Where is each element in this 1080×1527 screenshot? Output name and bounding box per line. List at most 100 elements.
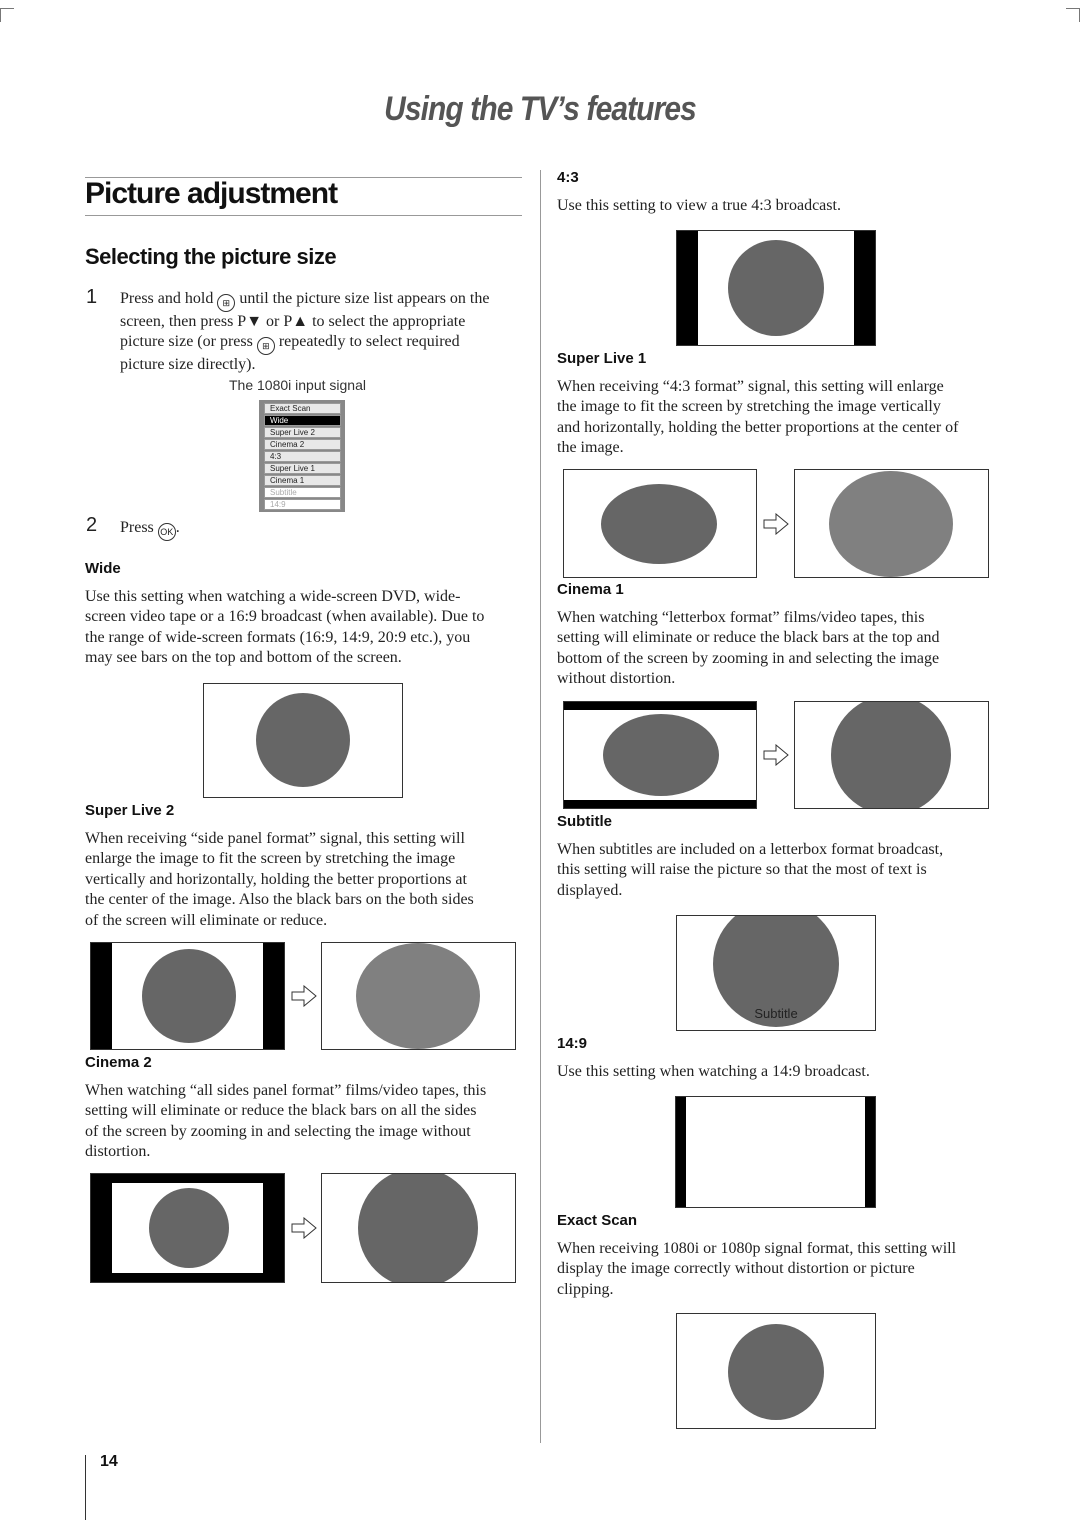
exactscan-description: When receiving 1080i or 1080p signal for… [557, 1239, 956, 1300]
menu-item[interactable]: Cinema 1 [264, 475, 341, 486]
text-line: the image. [557, 439, 624, 457]
r149-heading: 14:9 [557, 1035, 588, 1052]
superlive1-before [563, 469, 757, 578]
subtitle-description: When subtitles are included on a letterb… [557, 840, 943, 901]
menu-caption: The 1080i input signal [229, 377, 366, 393]
picture-image [142, 949, 236, 1043]
superlive2-heading: Super Live 2 [85, 802, 175, 819]
black-bar [563, 800, 757, 809]
text-line: setting will eliminate or reduce the bla… [85, 1102, 477, 1120]
picture-image [149, 1188, 229, 1268]
menu-item[interactable]: Cinema 2 [264, 439, 341, 450]
menu-item[interactable]: Super Live 1 [264, 463, 341, 474]
text-line: When receiving 1080i or 1080p signal for… [557, 1240, 957, 1257]
black-bar [90, 942, 112, 1050]
picture-image [829, 471, 953, 577]
text: until the picture size list appears on t… [239, 290, 490, 307]
picture-image [603, 714, 719, 796]
text-line: vertically and horizontally, holding the… [85, 870, 467, 888]
exactscan-heading: Exact Scan [557, 1212, 638, 1229]
text-line: of the screen by zooming in and selectin… [85, 1122, 471, 1140]
cinema1-description: When watching “letterbox format” films/v… [557, 608, 940, 690]
ok-button-icon: OK [157, 523, 176, 541]
superlive2-before [90, 942, 285, 1050]
cinema2-description: When watching “all sides panel format” f… [85, 1081, 486, 1163]
text: screen, then press P▼ or P▲ to select th… [120, 313, 466, 330]
text-line: Use this setting to view a true 4:3 broa… [557, 197, 841, 214]
step-1-text: Press and hold ⊞ until the picture size … [120, 289, 530, 376]
menu-item[interactable]: Wide [264, 415, 341, 426]
text: repeatedly to select required [278, 333, 460, 351]
picture-size-button-icon: ⊞ [256, 337, 275, 356]
text-line: When receiving “side panel format” signa… [85, 830, 465, 847]
black-bar [854, 230, 876, 346]
text: Press and hold [120, 290, 214, 307]
wide-heading: Wide [85, 560, 121, 577]
picture-image [601, 484, 717, 564]
text: Press [120, 519, 154, 536]
text-line: When watching “all sides panel format” f… [85, 1082, 487, 1099]
text-line: screen video tape or a 16:9 broadcast (w… [85, 608, 485, 626]
page-number: 14 [100, 1453, 118, 1470]
manual-page: Using the TV’s features Picture adjustme… [0, 0, 1080, 1527]
cinema2-before [90, 1173, 285, 1283]
text-line: distortion. [85, 1143, 151, 1161]
text-line: Use this setting when watching a 14:9 br… [557, 1063, 870, 1080]
superlive1-heading: Super Live 1 [557, 350, 647, 367]
wide-diagram [203, 683, 403, 798]
r43-diagram [676, 230, 876, 346]
step-number: 1 [86, 286, 98, 308]
subtitle-diagram: Subtitle [676, 915, 876, 1031]
step-number: 2 [86, 514, 98, 536]
crop-mark [0, 8, 14, 9]
text-line: display the image correctly without dist… [557, 1260, 915, 1278]
text: picture size (or press [120, 333, 253, 351]
black-bar [263, 942, 285, 1050]
picture-image [358, 1173, 478, 1283]
text-line: the image to fit the screen by stretchin… [557, 398, 941, 416]
text-line: and horizontally, holding the better pro… [557, 418, 959, 436]
picture-image [728, 1324, 824, 1420]
black-bar [675, 1096, 686, 1208]
r149-description: Use this setting when watching a 14:9 br… [557, 1062, 870, 1082]
menu-item[interactable]: Super Live 2 [264, 427, 341, 438]
picture-size-button-icon: ⊞ [217, 294, 236, 312]
text: . [175, 519, 180, 536]
text-line: When watching “letterbox format” films/v… [557, 609, 925, 626]
crop-mark [0, 8, 1, 22]
screen-frame [675, 1096, 876, 1208]
arrow-right-icon [763, 744, 789, 766]
subtitle-label: Subtitle [754, 1006, 797, 1021]
arrow-right-icon [291, 1217, 317, 1239]
arrow-right-icon [291, 985, 317, 1007]
text-line: clipping. [557, 1280, 614, 1298]
picture-size-menu: Exact Scan Wide Super Live 2 Cinema 2 4:3 Sup… [259, 400, 345, 512]
superlive2-description: When receiving “side panel format” signa… [85, 829, 474, 931]
picture-image [356, 943, 480, 1049]
exactscan-diagram [676, 1313, 876, 1429]
superlive1-description: When receiving “4:3 format” signal, this… [557, 377, 959, 459]
r149-diagram [675, 1096, 876, 1208]
text-line: When subtitles are included on a letterb… [557, 841, 944, 858]
superlive2-after [321, 942, 516, 1050]
menu-item[interactable]: 4:3 [264, 451, 341, 462]
text-line: may see bars on the top and bottom of th… [85, 649, 402, 667]
menu-item[interactable]: Subtitle [264, 487, 341, 498]
divider [85, 215, 522, 216]
superlive1-after [794, 469, 989, 578]
section-title: Picture adjustment [85, 177, 338, 210]
menu-item[interactable]: 14:9 [264, 499, 341, 510]
text-line: this setting will raise the picture so t… [557, 861, 927, 879]
step-2-text: Press OK. [120, 518, 180, 541]
cinema1-heading: Cinema 1 [557, 581, 624, 598]
page-header: Using the TV’s features [384, 90, 697, 128]
subsection-title: Selecting the picture size [85, 244, 337, 269]
black-bar [676, 230, 698, 346]
text-line: without distortion. [557, 670, 676, 688]
page-number-rule [85, 1455, 86, 1520]
text-line: Use this setting when watching a wide-sc… [85, 588, 461, 605]
menu-item[interactable]: Exact Scan [264, 403, 341, 414]
wide-description: Use this setting when watching a wide-sc… [85, 587, 484, 669]
text-line: When receiving “4:3 format” signal, this… [557, 378, 944, 395]
crop-mark [1066, 8, 1080, 9]
